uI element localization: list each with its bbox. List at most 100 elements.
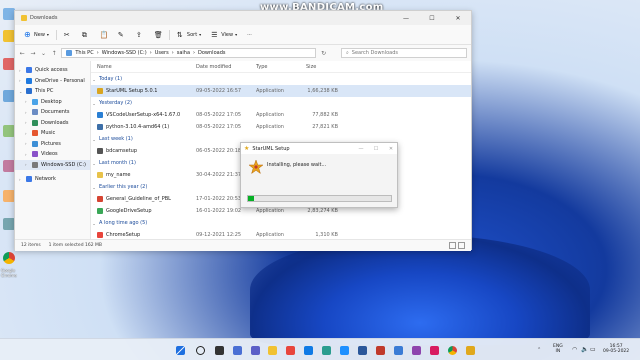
plus-icon: ⊕ (24, 29, 31, 39)
sidebar-item-videos[interactable]: › Videos (15, 149, 90, 160)
breadcrumb-user[interactable]: saiha (177, 50, 190, 56)
refresh-icon[interactable]: ↻ (320, 50, 327, 57)
file-row[interactable]: ChromeSetup 09-12-2021 12:25 Application 1,… (91, 229, 471, 239)
group-label: Today (1) (99, 76, 123, 82)
setup-title: StarUML Setup (252, 145, 290, 152)
volume-icon[interactable]: 🔈 (581, 347, 588, 353)
app-taskbar-icon[interactable] (394, 346, 403, 355)
column-type[interactable]: Type (256, 64, 306, 70)
wallpaper-bloom (250, 235, 590, 345)
app-taskbar-icon[interactable] (286, 346, 295, 355)
close-button[interactable]: ✕ (445, 11, 471, 25)
sidebar-item-music[interactable]: › Music (15, 128, 90, 139)
setup-title-bar: ★ StarUML Setup — ☐ ✕ (241, 143, 397, 154)
search-icon: ⌕ (345, 50, 349, 56)
app-taskbar-icon[interactable] (412, 346, 421, 355)
chevron-down-icon: ⌄ (92, 160, 96, 166)
new-label: New (34, 31, 45, 38)
share-button[interactable]: ⇪ (133, 29, 147, 41)
sidebar-item-desktop[interactable]: › Desktop (15, 97, 90, 108)
sidebar-item-drive-c[interactable]: › Windows-SSD (C:) (15, 159, 90, 170)
setup-minimize-button[interactable]: — (355, 146, 367, 152)
cloud-icon (26, 77, 32, 84)
breadcrumb-drive[interactable]: Windows-SSD (C:) (102, 50, 147, 56)
column-name[interactable]: Name (91, 64, 196, 70)
store-icon[interactable] (340, 346, 349, 355)
up-arrow-icon[interactable]: ↑ (51, 50, 58, 57)
sidebar-item-this-pc[interactable]: ⌄ This PC (15, 86, 90, 97)
clock[interactable]: 16:57 09-05-2022 (603, 344, 629, 354)
chrome-taskbar-icon[interactable] (448, 346, 457, 355)
tray-overflow-icon[interactable]: ⌃ (537, 347, 541, 353)
sidebar-item-quick-access[interactable]: › Quick access (15, 65, 90, 76)
setup-close-button[interactable]: ✕ (385, 146, 397, 152)
view-button[interactable]: ☰ View ▾ (208, 29, 240, 41)
file-icon (97, 196, 103, 202)
mcafee-icon[interactable] (376, 346, 385, 355)
minimize-button[interactable]: — (393, 11, 419, 25)
language-indicator[interactable]: ENG IN (553, 344, 563, 354)
address-bar: ← → ⌄ ↑ This PC › Windows-SSD (C:) › Users… (15, 45, 471, 61)
file-type: Application (256, 232, 284, 238)
new-button[interactable]: ⊕ New ▾ (21, 29, 52, 41)
paste-button[interactable]: 📋 (97, 29, 111, 41)
start-icon[interactable] (176, 346, 185, 355)
chevron-down-icon: ⌄ (92, 184, 96, 190)
back-arrow-icon[interactable]: ← (19, 50, 26, 57)
file-size: 1,310 KB (315, 232, 338, 238)
rename-button[interactable]: ✎ (115, 29, 129, 41)
search-input[interactable]: ⌕ Search Downloads (340, 48, 467, 58)
group-label: Yesterday (2) (99, 100, 132, 106)
file-name: General_Guideline_of_PBL (106, 196, 171, 202)
copy-button[interactable]: ⧉ (79, 29, 93, 41)
group-header[interactable]: ⌄ A long time ago (5) (91, 217, 471, 229)
chrome-desktop-icon[interactable] (3, 252, 15, 264)
file-row[interactable]: VSCodeUserSetup-x64-1.67.0 08-05-2022 17:… (91, 109, 471, 121)
wifi-icon[interactable]: ◠ (572, 347, 577, 353)
cut-button[interactable]: ✂ (61, 29, 75, 41)
group-header[interactable]: ⌄ Today (1) (91, 73, 471, 85)
group-label: Last month (1) (99, 160, 136, 166)
copy-icon: ⧉ (81, 30, 87, 39)
column-size[interactable]: Size (306, 64, 340, 70)
task-view-icon[interactable] (215, 346, 224, 355)
sidebar-item-network[interactable]: › Network (15, 174, 90, 185)
file-explorer-taskbar-icon[interactable] (268, 346, 277, 355)
recent-chevron-icon[interactable]: ⌄ (40, 50, 47, 57)
app-taskbar-icon[interactable] (322, 346, 331, 355)
teams-chat-icon[interactable] (251, 346, 260, 355)
sort-button[interactable]: ⇅ Sort ▾ (174, 29, 204, 41)
battery-icon[interactable]: ▭ (590, 347, 596, 353)
breadcrumb-users[interactable]: Users (155, 50, 169, 56)
edge-icon[interactable] (304, 346, 313, 355)
setup-maximize-button[interactable]: ☐ (370, 146, 382, 152)
forward-arrow-icon[interactable]: → (30, 50, 37, 57)
widgets-icon[interactable] (233, 346, 242, 355)
file-size: 1,66,238 KB (307, 88, 338, 94)
tiles-view-icon[interactable] (458, 242, 465, 249)
chevron-down-icon: ⌄ (92, 136, 96, 142)
sidebar-item-pictures[interactable]: › Pictures (15, 139, 90, 150)
more-button[interactable]: ··· (244, 30, 255, 40)
sidebar-item-documents[interactable]: › Documents (15, 107, 90, 118)
sidebar-item-downloads[interactable]: › Downloads (15, 118, 90, 129)
status-bar: 12 items 1 item selected 162 MB (15, 239, 471, 251)
file-row[interactable]: StarUML Setup 5.0.1 09-05-2022 16:57 Appli… (91, 85, 471, 97)
file-date: 08-05-2022 17:05 (196, 112, 242, 118)
chrome-desktop-label: Google Chrome (1, 268, 17, 278)
breadcrumb-downloads[interactable]: Downloads (198, 50, 225, 56)
details-view-icon[interactable] (449, 242, 456, 249)
search-taskbar-icon[interactable] (196, 346, 205, 355)
bandicam-taskbar-icon[interactable] (430, 346, 439, 355)
maximize-button[interactable]: ☐ (419, 11, 445, 25)
sidebar-item-onedrive[interactable]: › OneDrive - Personal (15, 76, 90, 87)
word-icon[interactable] (358, 346, 367, 355)
delete-button[interactable]: 🗑 (151, 29, 165, 41)
file-date: 08-05-2022 17:05 (196, 124, 242, 130)
path-field[interactable]: This PC › Windows-SSD (C:) › Users › saiha ›… (61, 48, 317, 58)
group-header[interactable]: ⌄ Yesterday (2) (91, 97, 471, 109)
staruml-taskbar-icon[interactable] (466, 346, 475, 355)
breadcrumb-this-pc[interactable]: This PC (75, 50, 93, 56)
column-date-modified[interactable]: Date modified (196, 64, 256, 70)
file-row[interactable]: python-3.10.4-amd64 (1) 08-05-2022 17:05 A… (91, 121, 471, 133)
